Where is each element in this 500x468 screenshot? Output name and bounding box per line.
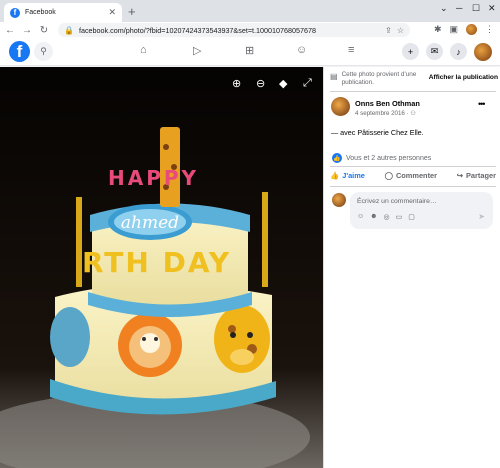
browser-tabstrip: f Facebook ✕ + ⌄ ─ ☐ ✕: [0, 0, 500, 22]
fullscreen-icon[interactable]: ⤢: [303, 77, 312, 90]
groups-icon[interactable]: ☺: [296, 44, 307, 56]
facebook-favicon: f: [10, 7, 20, 18]
thumbs-up-icon: 👍: [330, 171, 340, 180]
share-icon[interactable]: ⇪: [385, 26, 392, 35]
view-publication-link[interactable]: Afficher la publication: [429, 74, 498, 87]
forward-icon[interactable]: →: [20, 25, 34, 36]
avatar-sticker-icon[interactable]: ☺: [357, 213, 364, 221]
friends-audience-icon: ⚇: [410, 110, 416, 117]
messenger-icon[interactable]: ✉: [426, 43, 443, 60]
share-button[interactable]: ↪ Partager: [457, 171, 496, 180]
facebook-logo[interactable]: f: [9, 41, 30, 62]
divider: [330, 91, 496, 92]
extensions-icon[interactable]: ✱: [434, 24, 442, 35]
bookmark-star-icon[interactable]: ☆: [397, 26, 404, 35]
account-avatar[interactable]: [474, 43, 492, 61]
browser-tab[interactable]: f Facebook ✕: [4, 3, 122, 22]
menu-icon[interactable]: ≡: [348, 44, 354, 56]
post-actions: 👍 J'aime ◯ Commenter ↪ Partager: [330, 171, 496, 180]
sidebar-icon[interactable]: ▣: [449, 24, 458, 35]
search-icon[interactable]: ⚲: [34, 42, 53, 61]
like-button[interactable]: 👍 J'aime: [330, 171, 365, 180]
publication-info-text: Cette photo provient d'une publication.: [341, 71, 417, 86]
chevron-down-icon[interactable]: ⌄: [440, 3, 448, 14]
emoji-icon[interactable]: ☻: [370, 213, 377, 221]
like-reaction-icon: 👍: [332, 153, 342, 163]
comment-input[interactable]: Écrivez un commentaire… ☺ ☻ ◎ ▭ ▢ ➤: [350, 192, 493, 229]
close-window-icon[interactable]: ✕: [488, 3, 496, 14]
send-icon[interactable]: ➤: [478, 212, 485, 221]
divider: [330, 186, 496, 187]
new-tab-button[interactable]: +: [128, 4, 136, 19]
reload-icon[interactable]: ↻: [37, 25, 51, 36]
home-icon[interactable]: ⌂: [140, 44, 147, 56]
tab-title: Facebook: [25, 9, 56, 16]
happy-candles: HAPPY: [108, 166, 199, 190]
share-arrow-icon: ↪: [456, 171, 463, 180]
divider: [330, 166, 496, 167]
minimize-icon[interactable]: ─: [456, 3, 462, 13]
facebook-header: f ⚲ ⌂ ▷ ⊞ ☺ ≡ + ✉ ♪: [0, 38, 500, 66]
post-side-panel: ▤ Cette photo provient d'une publication…: [323, 67, 500, 468]
gif-icon[interactable]: ▭: [396, 213, 403, 221]
post-date[interactable]: 4 septembre 2016 · ⚇: [355, 110, 416, 117]
marketplace-icon[interactable]: ⊞: [245, 44, 254, 57]
camera-icon[interactable]: ◎: [384, 213, 390, 221]
close-tab-icon[interactable]: ✕: [108, 7, 116, 18]
tag-icon[interactable]: ◆: [279, 77, 287, 90]
reactions-text[interactable]: Vous et 2 autres personnes: [346, 155, 431, 162]
comment-button[interactable]: ◯ Commenter: [385, 171, 437, 180]
birthday-candles: RTH DAY: [82, 246, 231, 279]
notifications-bell-icon[interactable]: ♪: [450, 43, 467, 60]
maximize-icon[interactable]: ☐: [472, 3, 480, 14]
lock-icon[interactable]: 🔒: [64, 26, 74, 35]
back-icon[interactable]: ←: [3, 25, 17, 36]
comment-placeholder[interactable]: Écrivez un commentaire…: [357, 198, 437, 205]
video-icon[interactable]: ▷: [193, 44, 201, 57]
comment-tools: ☺ ☻ ◎ ▭ ▢: [357, 213, 415, 221]
more-options-icon[interactable]: •••: [478, 99, 486, 109]
post-caption: — avec Pâtisserie Chez Elle.: [331, 128, 424, 137]
address-bar[interactable]: 🔒 facebook.com/photo/?fbid=1020742437354…: [58, 23, 410, 37]
post-info-icon: ▤: [330, 72, 338, 81]
browser-menu-icon[interactable]: ⋮: [485, 24, 494, 35]
cake-photo: ahmed HAPPY RTH DAY: [0, 67, 323, 468]
url-text[interactable]: facebook.com/photo/?fbid=102074243735439…: [79, 26, 380, 35]
commenter-avatar[interactable]: [332, 193, 346, 207]
sticker-icon[interactable]: ▢: [408, 213, 415, 221]
reactions-summary[interactable]: 👍 Vous et 2 autres personnes: [332, 153, 431, 163]
browser-toolbar: ← → ↻ 🔒 facebook.com/photo/?fbid=1020742…: [0, 22, 500, 38]
publication-info: ▤ Cette photo provient d'une publication…: [330, 71, 498, 87]
zoom-out-icon[interactable]: ⊖: [256, 77, 265, 90]
photo-viewer[interactable]: ahmed HAPPY RTH DAY ⊕ ⊖ ◆ ⤢: [0, 67, 323, 468]
profile-avatar[interactable]: [466, 24, 477, 35]
cake-name-text: ahmed: [121, 213, 179, 233]
author-name[interactable]: Onns Ben Othman: [355, 99, 420, 108]
comment-bubble-icon: ◯: [384, 171, 393, 180]
author-avatar[interactable]: [331, 97, 350, 116]
zoom-in-icon[interactable]: ⊕: [232, 77, 241, 90]
create-plus-icon[interactable]: +: [402, 43, 419, 60]
